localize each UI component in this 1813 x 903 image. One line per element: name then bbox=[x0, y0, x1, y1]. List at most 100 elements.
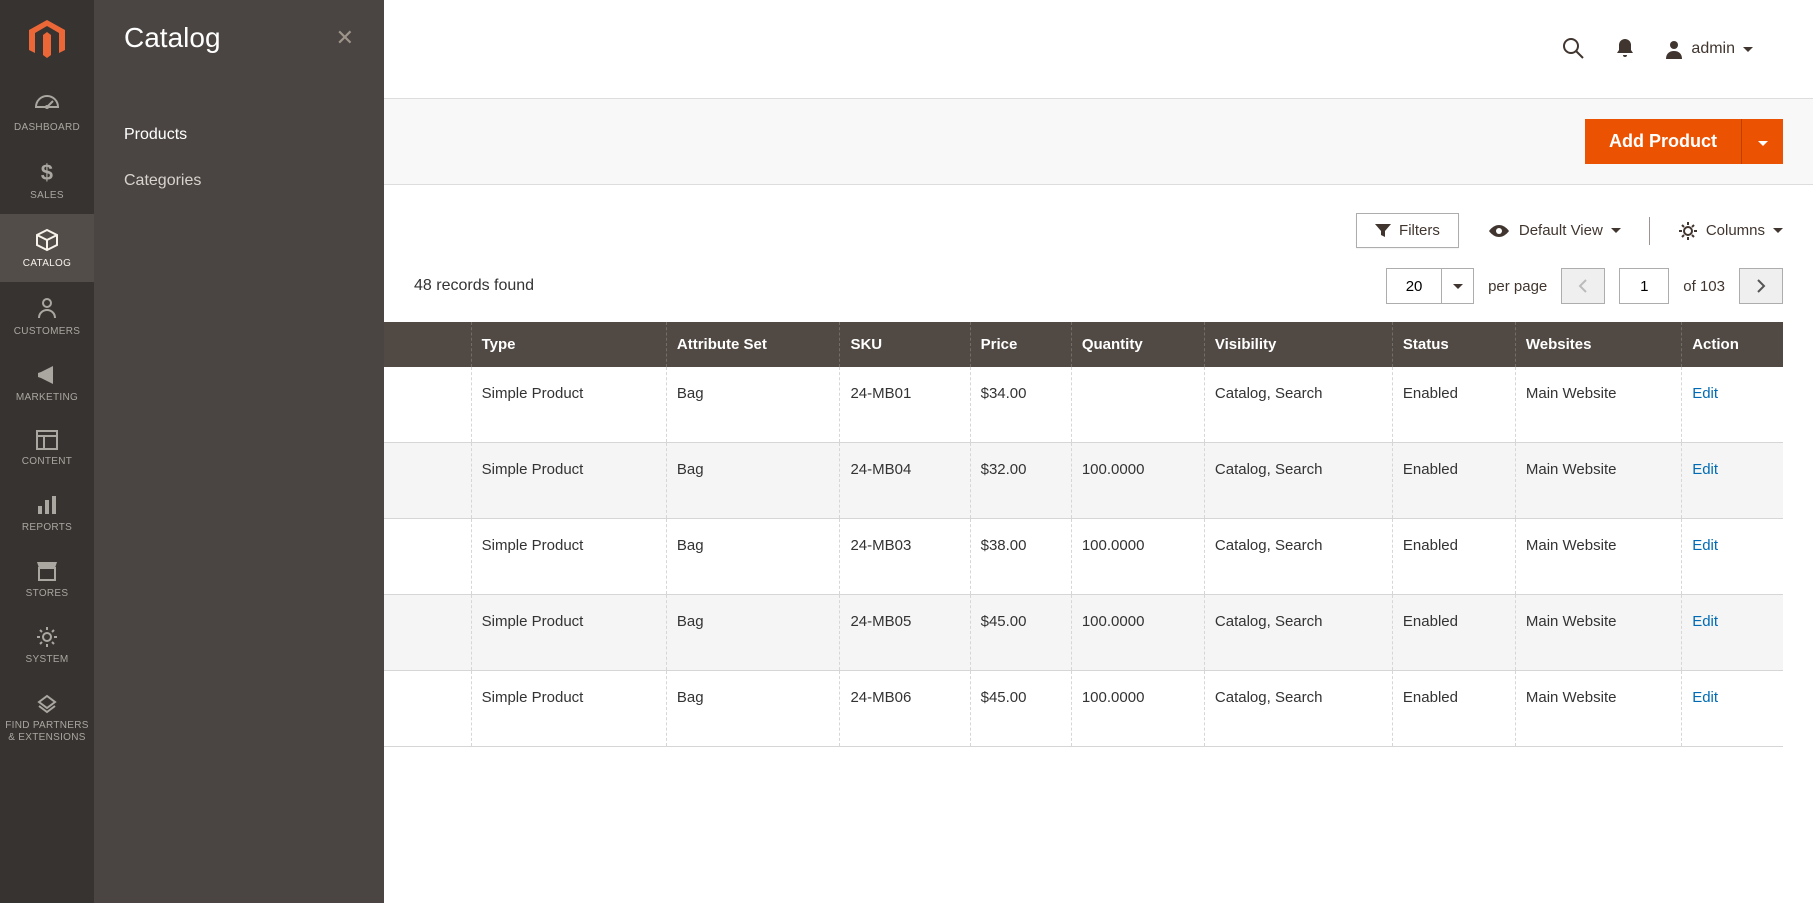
edit-link[interactable]: Edit bbox=[1692, 689, 1718, 706]
col-header-web[interactable]: Websites bbox=[1515, 322, 1681, 367]
add-product-dropdown-toggle[interactable] bbox=[1741, 119, 1783, 164]
nav-customers[interactable]: CUSTOMERS bbox=[0, 282, 94, 350]
submenu-title: Catalog bbox=[124, 22, 221, 54]
content-icon bbox=[36, 430, 58, 450]
nav-label: STORES bbox=[26, 588, 69, 600]
cell-vis: Catalog, Search bbox=[1204, 671, 1392, 747]
cell-qty: 100.0000 bbox=[1071, 595, 1204, 671]
col-header-action[interactable]: Action bbox=[1682, 322, 1783, 367]
gear-icon bbox=[36, 626, 58, 648]
chevron-down-icon bbox=[1758, 141, 1768, 146]
user-label: admin bbox=[1691, 40, 1735, 58]
cell-sku: 24-MB01 bbox=[840, 367, 970, 443]
cell-web: Main Website bbox=[1515, 595, 1681, 671]
chevron-right-icon bbox=[1756, 279, 1766, 293]
cell-qty bbox=[1071, 367, 1204, 443]
cell-vis: Catalog, Search bbox=[1204, 519, 1392, 595]
customers-icon bbox=[37, 296, 57, 320]
bell-icon[interactable] bbox=[1615, 37, 1635, 62]
partners-icon bbox=[35, 692, 59, 714]
edit-link[interactable]: Edit bbox=[1692, 613, 1718, 630]
bullhorn-icon bbox=[35, 364, 59, 386]
default-view-toggle[interactable]: Default View bbox=[1487, 222, 1621, 239]
cell-price: $45.00 bbox=[970, 595, 1071, 671]
cell-sku: 24-MB06 bbox=[840, 671, 970, 747]
separator bbox=[1649, 217, 1650, 245]
columns-toggle[interactable]: Columns bbox=[1678, 221, 1783, 241]
cell-vis: Catalog, Search bbox=[1204, 367, 1392, 443]
add-product-button[interactable]: Add Product bbox=[1585, 119, 1741, 164]
cell-qty: 100.0000 bbox=[1071, 519, 1204, 595]
chevron-down-icon bbox=[1773, 228, 1783, 233]
cell-type: Simple Product bbox=[471, 671, 666, 747]
cell-stat: Enabled bbox=[1392, 671, 1515, 747]
nav-sales[interactable]: $ SALES bbox=[0, 146, 94, 214]
col-header-vis[interactable]: Visibility bbox=[1204, 322, 1392, 367]
edit-link[interactable]: Edit bbox=[1692, 385, 1718, 402]
nav-find-partners[interactable]: FIND PARTNERS & EXTENSIONS bbox=[0, 678, 94, 756]
dashboard-icon bbox=[34, 94, 60, 116]
per-page-label: per page bbox=[1488, 278, 1547, 295]
edit-link[interactable]: Edit bbox=[1692, 537, 1718, 554]
cell-vis: Catalog, Search bbox=[1204, 443, 1392, 519]
search-icon[interactable] bbox=[1561, 36, 1585, 63]
col-header-type[interactable]: Type bbox=[471, 322, 666, 367]
col-header-stat[interactable]: Status bbox=[1392, 322, 1515, 367]
cell-price: $34.00 bbox=[970, 367, 1071, 443]
next-page-button[interactable] bbox=[1739, 268, 1783, 304]
nav-label: SALES bbox=[30, 190, 64, 202]
nav-label: SYSTEM bbox=[26, 654, 69, 666]
cell-action: Edit bbox=[1682, 443, 1783, 519]
cell-attr: Bag bbox=[666, 519, 840, 595]
nav-stores[interactable]: STORES bbox=[0, 546, 94, 612]
cell-action: Edit bbox=[1682, 367, 1783, 443]
per-page-input[interactable] bbox=[1386, 268, 1442, 304]
cell-stat: Enabled bbox=[1392, 595, 1515, 671]
user-menu[interactable]: admin bbox=[1665, 39, 1753, 59]
magento-logo-icon bbox=[29, 20, 65, 60]
col-header-sku[interactable]: SKU bbox=[840, 322, 970, 367]
funnel-icon bbox=[1375, 224, 1391, 238]
svg-text:$: $ bbox=[41, 160, 54, 184]
total-pages-label: of 103 bbox=[1683, 278, 1725, 295]
cell-attr: Bag bbox=[666, 443, 840, 519]
page-number-input[interactable] bbox=[1619, 268, 1669, 304]
col-header-qty[interactable]: Quantity bbox=[1071, 322, 1204, 367]
submenu-item-categories[interactable]: Categories bbox=[124, 158, 354, 204]
cell-action: Edit bbox=[1682, 671, 1783, 747]
nav-catalog[interactable]: CATALOG bbox=[0, 214, 94, 282]
nav-reports[interactable]: REPORTS bbox=[0, 480, 94, 546]
admin-sidebar: DASHBOARD $ SALES CATALOG CUSTOMERS MARK… bbox=[0, 0, 94, 903]
nav-marketing[interactable]: MARKETING bbox=[0, 350, 94, 416]
prev-page-button[interactable] bbox=[1561, 268, 1605, 304]
default-view-label: Default View bbox=[1519, 222, 1603, 239]
cell-type: Simple Product bbox=[471, 367, 666, 443]
nav-label: DASHBOARD bbox=[14, 122, 80, 134]
col-header-attr[interactable]: Attribute Set bbox=[666, 322, 840, 367]
nav-label: CATALOG bbox=[23, 258, 71, 270]
cell-type: Simple Product bbox=[471, 595, 666, 671]
cell-attr: Bag bbox=[666, 367, 840, 443]
nav-content[interactable]: CONTENT bbox=[0, 416, 94, 480]
cell-price: $32.00 bbox=[970, 443, 1071, 519]
edit-link[interactable]: Edit bbox=[1692, 461, 1718, 478]
cell-vis: Catalog, Search bbox=[1204, 595, 1392, 671]
nav-label: MARKETING bbox=[16, 392, 78, 404]
cell-price: $38.00 bbox=[970, 519, 1071, 595]
per-page-dropdown-toggle[interactable] bbox=[1442, 268, 1474, 304]
cell-web: Main Website bbox=[1515, 443, 1681, 519]
reports-icon bbox=[36, 494, 58, 516]
cell-stat: Enabled bbox=[1392, 443, 1515, 519]
filters-button[interactable]: Filters bbox=[1356, 213, 1459, 248]
cell-sku: 24-MB04 bbox=[840, 443, 970, 519]
col-header-price[interactable]: Price bbox=[970, 322, 1071, 367]
nav-system[interactable]: SYSTEM bbox=[0, 612, 94, 678]
close-icon[interactable]: ✕ bbox=[336, 25, 354, 51]
gear-icon bbox=[1678, 221, 1698, 241]
submenu-item-products[interactable]: Products bbox=[124, 112, 354, 158]
nav-dashboard[interactable]: DASHBOARD bbox=[0, 80, 94, 146]
cell-web: Main Website bbox=[1515, 671, 1681, 747]
eye-icon bbox=[1487, 223, 1511, 239]
cell-stat: Enabled bbox=[1392, 367, 1515, 443]
magento-logo[interactable] bbox=[0, 0, 94, 80]
